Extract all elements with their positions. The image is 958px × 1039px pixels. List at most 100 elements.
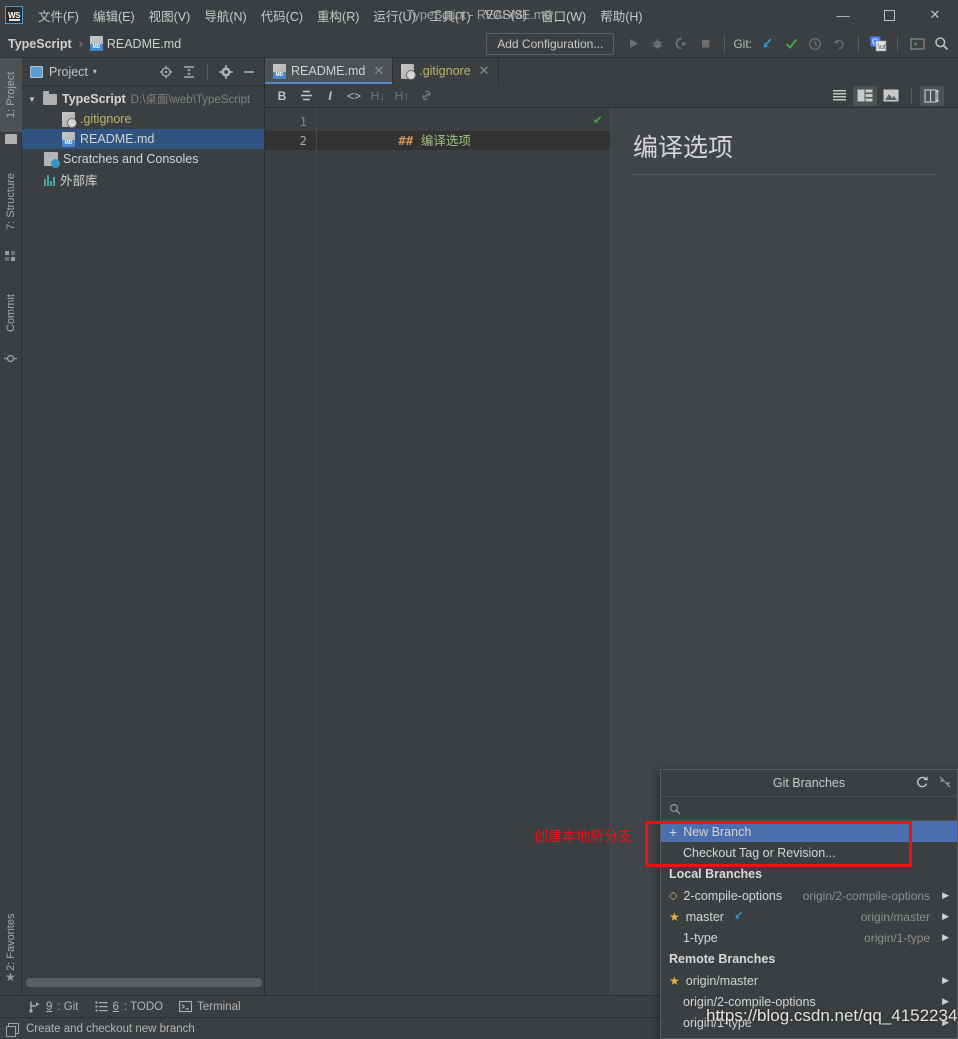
collapse-icon[interactable] (939, 776, 951, 791)
close-icon[interactable]: ✕ (479, 63, 490, 79)
branch-row-1-type[interactable]: 1-type origin/1-type ▶ (661, 927, 957, 948)
tab-label: README.md (291, 64, 366, 78)
refresh-icon[interactable] (915, 775, 929, 792)
menu-window[interactable]: 窗口(W) (534, 2, 593, 29)
chevron-right-icon[interactable]: ▶ (942, 996, 949, 1007)
markdown-file-icon (89, 36, 103, 51)
tree-node-external-libraries[interactable]: 外部库 (22, 169, 264, 189)
tool-window-todo[interactable]: 6: TODO (95, 1000, 163, 1013)
menu-view[interactable]: 视图(V) (142, 2, 198, 29)
gitignore-file-icon (62, 111, 77, 128)
left-tool-stripe: 1: Project 7: Structure Commit 2: Favori… (0, 58, 22, 995)
chevron-right-icon[interactable]: ▶ (942, 975, 949, 986)
tree-node-typescript[interactable]: ▼ TypeScript D:\桌面\web\TypeScript (22, 89, 264, 109)
sidebar-item-structure[interactable]: 7: Structure (0, 158, 22, 246)
minimize-button[interactable]: — (820, 0, 866, 30)
git-branches-search[interactable] (661, 797, 957, 821)
breadcrumb-file[interactable]: README.md (107, 37, 181, 51)
chevron-right-icon[interactable]: ▶ (942, 1017, 949, 1028)
search-input[interactable] (681, 801, 957, 816)
menu-refactor[interactable]: 重构(R) (310, 2, 366, 29)
collapse-all-icon[interactable] (178, 61, 200, 83)
branch-row-origin-2-compile-options[interactable]: origin/2-compile-options ▶ (661, 991, 957, 1012)
link-icon[interactable] (415, 85, 437, 107)
menu-help[interactable]: 帮助(H) (593, 2, 649, 29)
settings-gear-icon[interactable] (215, 61, 237, 83)
favorite-star-icon[interactable]: ★ (669, 910, 680, 924)
branch-name: origin/1-type (683, 1015, 752, 1030)
tree-node-gitignore[interactable]: .gitignore (22, 109, 264, 129)
google-translate-icon[interactable]: G \u6587 (867, 33, 889, 55)
show-preview-only-button[interactable] (879, 86, 903, 106)
terminal-icon[interactable] (906, 33, 928, 55)
inspection-status-icon[interactable]: ✔ (594, 112, 602, 128)
project-panel-title: Project (49, 64, 88, 79)
branch-tracking: origin/master (860, 909, 931, 924)
tree-node-scratches[interactable]: Scratches and Consoles (22, 149, 264, 169)
menu-run[interactable]: 运行(U) (366, 2, 422, 29)
menu-item-checkout-tag-or-revision[interactable]: Checkout Tag or Revision... (661, 842, 957, 863)
tab-readme-md[interactable]: README.md ✕ (265, 58, 394, 84)
run-with-coverage-icon[interactable] (670, 33, 692, 55)
git-history-icon[interactable] (804, 33, 826, 55)
structure-icon (5, 250, 17, 265)
bold-button[interactable]: B (271, 85, 293, 107)
favorite-star-icon[interactable]: ★ (669, 974, 680, 988)
branch-row-origin-1-type[interactable]: origin/1-type ▶ (661, 1012, 957, 1033)
branch-name: master (685, 909, 724, 924)
git-update-project-icon[interactable] (756, 33, 778, 55)
strikethrough-button[interactable] (295, 85, 317, 107)
menu-file[interactable]: 文件(F) (31, 2, 86, 29)
git-branches-popup-header: Git Branches (661, 770, 957, 797)
code-button[interactable]: <> (343, 85, 365, 107)
chevron-right-icon[interactable]: ▶ (942, 890, 949, 901)
project-panel-horizontal-scrollbar[interactable] (26, 978, 262, 987)
header-decrease-button[interactable]: H↓ (367, 85, 389, 107)
show-editor-only-button[interactable] (827, 86, 851, 106)
branch-row-2-compile-options[interactable]: ◇ 2-compile-options origin/2-compile-opt… (661, 885, 957, 906)
code-editor[interactable]: ## 编译选项 ✔ (316, 108, 610, 995)
chevron-down-icon[interactable]: ▾ (93, 67, 97, 76)
breadcrumb-project[interactable]: TypeScript (8, 37, 72, 51)
hide-panel-icon[interactable] (238, 61, 260, 83)
git-commit-icon[interactable] (780, 33, 802, 55)
chevron-down-icon[interactable]: ▼ (28, 95, 38, 104)
git-rollback-icon[interactable] (828, 33, 850, 55)
tool-window-git[interactable]: 9: Git (28, 1000, 79, 1013)
sidebar-item-commit[interactable]: Commit (0, 278, 22, 348)
menu-navigate[interactable]: 导航(N) (197, 2, 253, 29)
git-branch-icon (29, 1001, 40, 1013)
git-branches-list: + New Branch Checkout Tag or Revision...… (661, 821, 957, 1033)
tab-gitignore[interactable]: .gitignore ✕ (393, 58, 499, 84)
menu-edit[interactable]: 编辑(E) (86, 2, 142, 29)
line-number-gutter: 1 2 (265, 108, 316, 995)
run-icon[interactable] (622, 33, 644, 55)
annotation-label: 创建本地新分支 (534, 828, 632, 844)
tree-node-readme[interactable]: README.md (22, 129, 264, 149)
split-layout-button[interactable] (920, 85, 944, 106)
project-panel-header: Project ▾ (22, 58, 264, 86)
debug-icon[interactable] (646, 33, 668, 55)
menu-item-new-branch[interactable]: + New Branch (661, 821, 957, 842)
sidebar-item-project[interactable]: 1: Project (0, 58, 22, 132)
menu-vcs[interactable]: VCS(S) (478, 4, 534, 26)
branch-row-master[interactable]: ★ master origin/master ▶ (661, 906, 957, 927)
branch-row-origin-master[interactable]: ★ origin/master ▶ (661, 970, 957, 991)
current-branch-icon (733, 910, 744, 924)
stop-icon[interactable] (694, 33, 716, 55)
chevron-right-icon[interactable]: ▶ (942, 932, 949, 943)
close-button[interactable]: ✕ (912, 0, 958, 30)
show-editor-and-preview-button[interactable] (853, 85, 877, 106)
tool-window-terminal[interactable]: Terminal (179, 1000, 241, 1013)
italic-button[interactable]: I (319, 85, 341, 107)
menu-code[interactable]: 代码(C) (254, 2, 310, 29)
close-icon[interactable]: ✕ (373, 63, 384, 79)
add-configuration-button[interactable]: Add Configuration... (486, 32, 615, 55)
search-everywhere-icon[interactable] (930, 33, 952, 55)
maximize-button[interactable] (866, 0, 912, 30)
menu-tools[interactable]: 工具(T) (423, 2, 478, 29)
header-increase-button[interactable]: H↑ (391, 85, 413, 107)
search-icon (669, 803, 681, 815)
chevron-right-icon[interactable]: ▶ (942, 911, 949, 922)
select-opened-file-icon[interactable] (155, 61, 177, 83)
